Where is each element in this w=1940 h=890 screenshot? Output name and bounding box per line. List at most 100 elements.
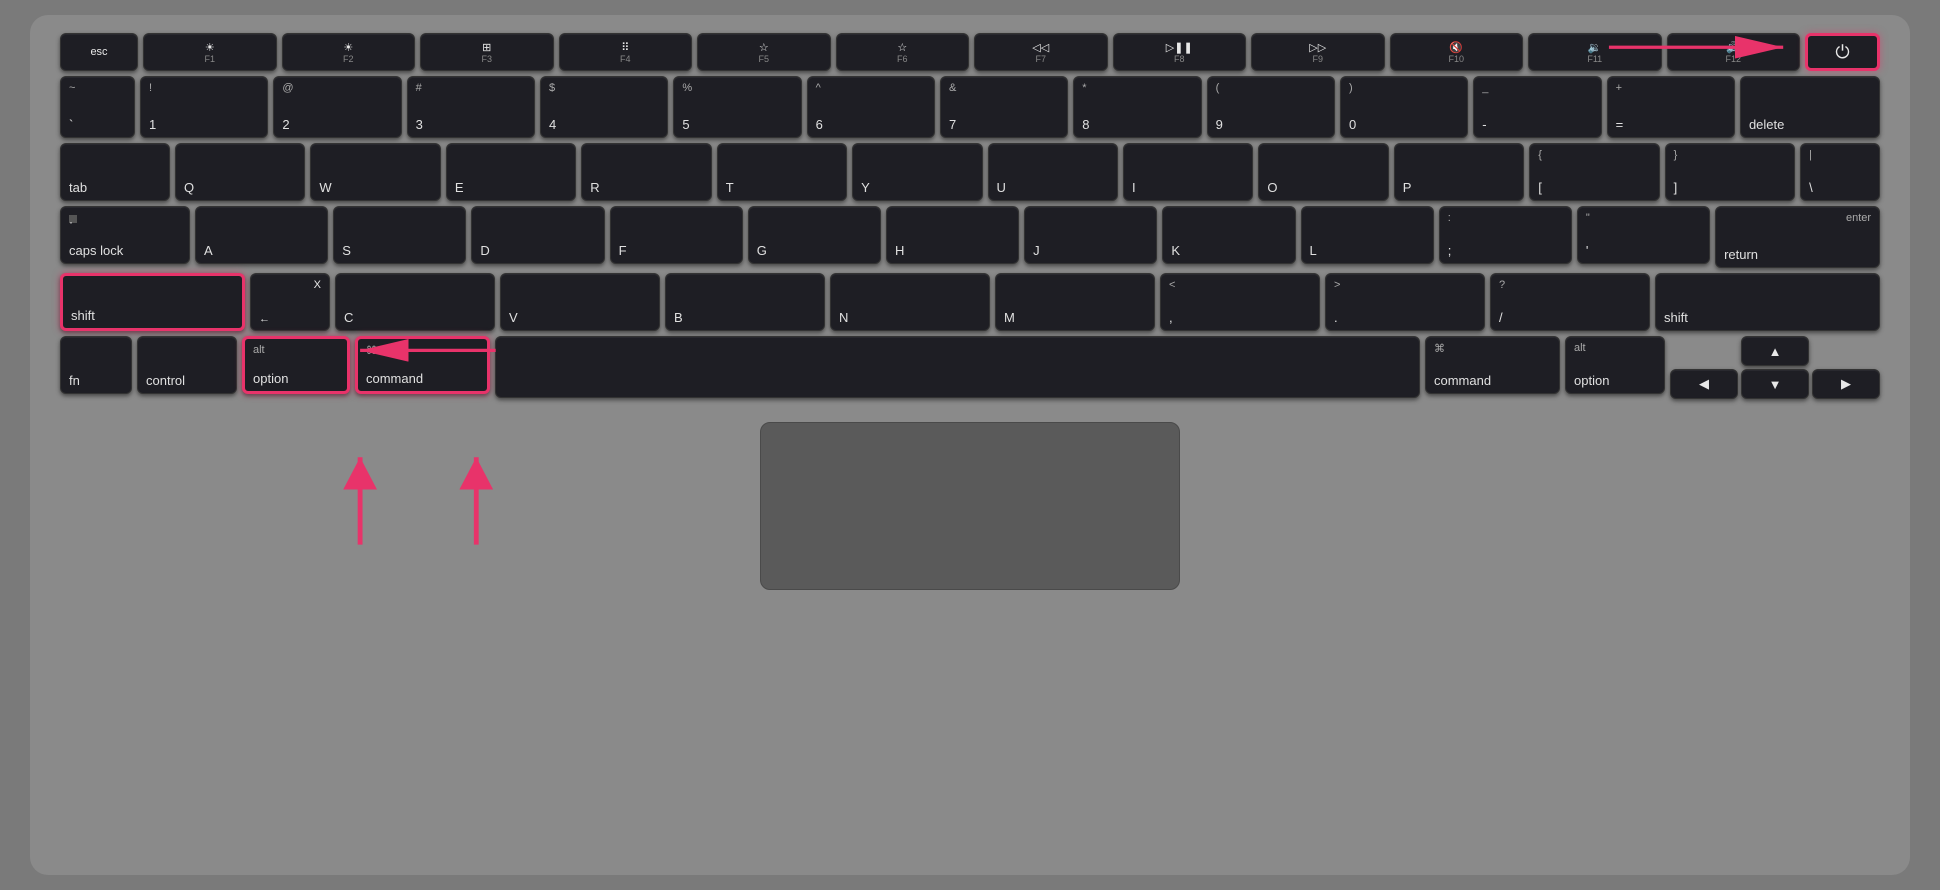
key-5[interactable]: % 5 xyxy=(673,76,801,138)
key-t[interactable]: T xyxy=(717,143,847,201)
key-w[interactable]: W xyxy=(310,143,440,201)
key-f2[interactable]: ☀ F2 xyxy=(282,33,416,71)
key-1[interactable]: ! 1 xyxy=(140,76,268,138)
key-y[interactable]: Y xyxy=(852,143,982,201)
key-l[interactable]: L xyxy=(1301,206,1434,264)
key-tab[interactable]: tab xyxy=(60,143,170,201)
key-arrow-down[interactable]: ▼ xyxy=(1741,369,1809,399)
key-a[interactable]: A xyxy=(195,206,328,264)
key-5-top: % xyxy=(682,82,692,94)
key-period[interactable]: > . xyxy=(1325,273,1485,331)
key-u[interactable]: U xyxy=(988,143,1118,201)
key-command-right[interactable]: ⌘ command xyxy=(1425,336,1560,394)
key-semicolon[interactable]: : ; xyxy=(1439,206,1572,264)
key-f5-label: F5 xyxy=(758,54,769,64)
key-0[interactable]: ) 0 xyxy=(1340,76,1468,138)
key-s[interactable]: S xyxy=(333,206,466,264)
key-fn[interactable]: fn xyxy=(60,336,132,394)
key-caps-lock[interactable]: · caps lock xyxy=(60,206,190,264)
key-h[interactable]: H xyxy=(886,206,1019,264)
key-arrow-left[interactable]: ◀ xyxy=(1670,369,1738,399)
key-n[interactable]: N xyxy=(830,273,990,331)
key-f3[interactable]: ⊞ F3 xyxy=(420,33,554,71)
key-m[interactable]: M xyxy=(995,273,1155,331)
key-7-top: & xyxy=(949,82,956,94)
key-4[interactable]: $ 4 xyxy=(540,76,668,138)
key-delete[interactable]: delete xyxy=(1740,76,1880,138)
key-lbracket[interactable]: { [ xyxy=(1529,143,1659,201)
key-slash[interactable]: ? / xyxy=(1490,273,1650,331)
key-j-label: J xyxy=(1033,243,1040,258)
key-quote[interactable]: " ' xyxy=(1577,206,1710,264)
key-j[interactable]: J xyxy=(1024,206,1157,264)
key-option-left-label: option xyxy=(253,371,288,386)
key-8[interactable]: * 8 xyxy=(1073,76,1201,138)
key-9-bottom: 9 xyxy=(1216,117,1223,132)
key-m-label: M xyxy=(1004,310,1015,325)
key-option-left[interactable]: alt option xyxy=(242,336,350,394)
key-c-label: C xyxy=(344,310,353,325)
key-f9[interactable]: ▷▷ F9 xyxy=(1251,33,1385,71)
key-0-bottom: 0 xyxy=(1349,117,1356,132)
key-q[interactable]: Q xyxy=(175,143,305,201)
key-arrow-right[interactable]: ▶ xyxy=(1812,369,1880,399)
key-4-bottom: 4 xyxy=(549,117,556,132)
key-esc[interactable]: esc xyxy=(60,33,138,71)
key-6[interactable]: ^ 6 xyxy=(807,76,935,138)
key-o[interactable]: O xyxy=(1258,143,1388,201)
key-f10[interactable]: 🔇 F10 xyxy=(1390,33,1524,71)
key-return-label: return xyxy=(1724,247,1758,262)
key-f5[interactable]: ☆ F5 xyxy=(697,33,831,71)
key-e[interactable]: E xyxy=(446,143,576,201)
key-7[interactable]: & 7 xyxy=(940,76,1068,138)
key-9[interactable]: ( 9 xyxy=(1207,76,1335,138)
key-o-label: O xyxy=(1267,180,1277,195)
key-p[interactable]: P xyxy=(1394,143,1524,201)
key-b[interactable]: B xyxy=(665,273,825,331)
key-2[interactable]: @ 2 xyxy=(273,76,401,138)
key-f11-icon: 🔉 xyxy=(1588,41,1602,54)
key-return[interactable]: enter return xyxy=(1715,206,1880,268)
key-minus-bottom: - xyxy=(1482,117,1486,132)
key-semicolon-bottom: ; xyxy=(1448,243,1452,258)
key-comma[interactable]: < , xyxy=(1160,273,1320,331)
key-e-label: E xyxy=(455,180,464,195)
key-backslash-bottom: \ xyxy=(1809,180,1813,195)
key-z-arrow[interactable]: ← X xyxy=(250,273,330,331)
key-option-right[interactable]: alt option xyxy=(1565,336,1665,394)
key-power[interactable]: ⏻ xyxy=(1805,33,1880,71)
key-tilde[interactable]: ~ ` xyxy=(60,76,135,138)
key-i[interactable]: I xyxy=(1123,143,1253,201)
key-slash-bottom: / xyxy=(1499,310,1503,325)
key-3[interactable]: # 3 xyxy=(407,76,535,138)
key-f1[interactable]: ☀ F1 xyxy=(143,33,277,71)
key-f6[interactable]: ☆ F6 xyxy=(836,33,970,71)
key-minus[interactable]: _ - xyxy=(1473,76,1601,138)
key-f12[interactable]: 🔊 F12 xyxy=(1667,33,1801,71)
key-d[interactable]: D xyxy=(471,206,604,264)
key-v[interactable]: V xyxy=(500,273,660,331)
key-f[interactable]: F xyxy=(610,206,743,264)
key-r[interactable]: R xyxy=(581,143,711,201)
key-f11[interactable]: 🔉 F11 xyxy=(1528,33,1662,71)
key-f10-icon: 🔇 xyxy=(1449,41,1463,54)
key-equals[interactable]: + = xyxy=(1607,76,1735,138)
trackpad[interactable] xyxy=(760,422,1180,590)
key-g[interactable]: G xyxy=(748,206,881,264)
key-f12-label: F12 xyxy=(1725,54,1741,64)
key-arrow-up[interactable]: ▲ xyxy=(1741,336,1809,366)
key-shift-right[interactable]: shift xyxy=(1655,273,1880,331)
key-shift-left[interactable]: shift xyxy=(60,273,245,331)
key-f4[interactable]: ⠿ F4 xyxy=(559,33,693,71)
key-command-left[interactable]: ⌘ command xyxy=(355,336,490,394)
key-f8[interactable]: ▷❚❚ F8 xyxy=(1113,33,1247,71)
key-6-top: ^ xyxy=(816,82,821,94)
key-control[interactable]: control xyxy=(137,336,237,394)
key-spacebar[interactable] xyxy=(495,336,1420,398)
key-rbracket[interactable]: } ] xyxy=(1665,143,1795,201)
key-f7[interactable]: ◁◁ F7 xyxy=(974,33,1108,71)
key-c[interactable]: C xyxy=(335,273,495,331)
key-backslash[interactable]: | \ xyxy=(1800,143,1880,201)
key-k[interactable]: K xyxy=(1162,206,1295,264)
arrow-down-icon: ▼ xyxy=(1769,377,1782,392)
